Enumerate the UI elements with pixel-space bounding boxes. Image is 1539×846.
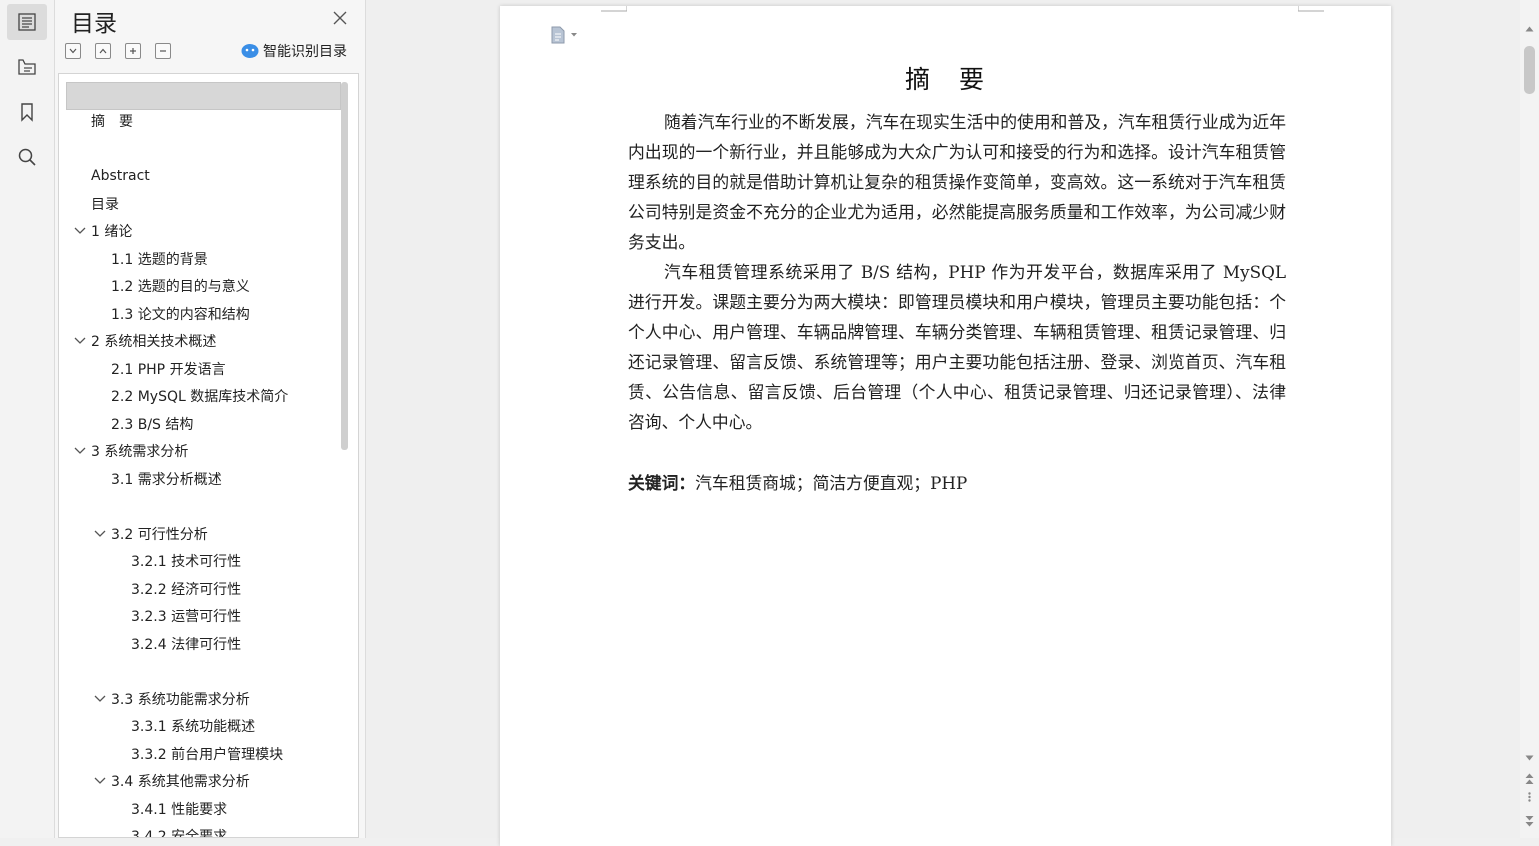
toc-item[interactable]: 3.2.4 法律可行性 — [131, 634, 241, 654]
page-format-icon[interactable] — [550, 26, 578, 44]
toc-scrollbar[interactable] — [341, 82, 348, 450]
toc-panel: 目录 智能识别目录 摘 要 Abstract 目录 1 绪论 1.1 选题的背景… — [55, 0, 366, 838]
toc-item[interactable]: 1.1 选题的背景 — [111, 249, 208, 269]
chevron-down-icon[interactable] — [93, 529, 107, 539]
toc-item-label: 3.4.1 性能要求 — [131, 802, 228, 818]
page-corner-mark — [1298, 6, 1324, 12]
dropdown-arrow-icon[interactable] — [570, 32, 578, 38]
toc-item-label: 目录 — [91, 197, 119, 213]
toc-item[interactable]: 1.2 选题的目的与意义 — [111, 276, 250, 296]
toc-item-label: 3.3.2 前台用户管理模块 — [131, 747, 284, 763]
toc-item-label: 3.4.2 安全要求 — [131, 829, 228, 838]
search-icon[interactable] — [7, 139, 47, 175]
toc-item-label: Abstract — [91, 168, 150, 184]
scroll-up-icon[interactable] — [1525, 26, 1534, 32]
toc-item-label: 1.2 选题的目的与意义 — [111, 279, 250, 295]
close-icon[interactable] — [331, 9, 349, 27]
toc-item-label: 3.2.4 法律可行性 — [131, 637, 242, 653]
toc-item-label: 3.2.3 运营可行性 — [131, 609, 242, 625]
keywords-label: 关键词： — [628, 473, 696, 493]
chevron-down-icon[interactable] — [73, 226, 87, 236]
smart-ai-icon — [241, 44, 259, 58]
toc-item[interactable]: 3.4.1 性能要求 — [131, 799, 227, 819]
toc-item-label: 3.2.2 经济可行性 — [131, 582, 242, 598]
toc-item-label: 3.1 需求分析概述 — [111, 472, 222, 488]
toc-item-label: 3.3 系统功能需求分析 — [111, 692, 250, 708]
toc-item[interactable]: Abstract — [91, 166, 150, 186]
toc-item[interactable]: 2.2 MySQL 数据库技术简介 — [111, 386, 288, 406]
toc-item[interactable]: 1 绪论 — [73, 221, 132, 241]
toc-list: 摘 要 Abstract 目录 1 绪论 1.1 选题的背景 1.2 选题的目的… — [58, 73, 359, 838]
chevron-down-icon[interactable] — [73, 446, 87, 456]
toc-item[interactable]: 3.2 可行性分析 — [93, 524, 208, 544]
toc-item[interactable]: 3 系统需求分析 — [73, 441, 188, 461]
keywords-text: 汽车租赁商城；简洁方便直观；PHP — [695, 473, 968, 493]
minus-icon[interactable] — [155, 43, 171, 59]
left-icon-rail — [0, 0, 55, 838]
page-navigation-dots-icon[interactable] — [1528, 792, 1531, 802]
chevron-down-icon[interactable] — [93, 776, 107, 786]
toc-item-label: 摘 要 — [91, 114, 133, 130]
scroll-down-icon[interactable] — [1525, 755, 1534, 761]
toc-item[interactable]: 3.3.2 前台用户管理模块 — [131, 744, 283, 764]
abstract-paragraph-1: 随着汽车行业的不断发展，汽车在现实生活中的使用和普及，汽车租赁行业成为近年内出现… — [628, 112, 1286, 252]
toc-item-label: 1 绪论 — [91, 224, 133, 240]
toc-item[interactable]: 3.3 系统功能需求分析 — [93, 689, 250, 709]
toc-icon[interactable] — [7, 4, 47, 40]
collapse-up-icon[interactable] — [95, 43, 111, 59]
bookmark-icon[interactable] — [7, 94, 47, 130]
smart-toc-button[interactable]: 智能识别目录 — [241, 41, 347, 61]
keywords-line: 关键词：汽车租赁商城；简洁方便直观；PHP — [628, 468, 1286, 498]
toc-item[interactable]: 1.3 论文的内容和结构 — [111, 304, 250, 324]
toc-item-label: 3.2.1 技术可行性 — [131, 554, 242, 570]
toc-item-label: 2 系统相关技术概述 — [91, 334, 217, 350]
toc-item[interactable]: 3.2.3 运营可行性 — [131, 606, 241, 626]
toc-item[interactable]: 目录 — [91, 194, 119, 214]
toc-item[interactable]: 2.3 B/S 结构 — [111, 414, 193, 434]
chevron-down-icon[interactable] — [73, 336, 87, 346]
toc-item[interactable]: 摘 要 — [91, 111, 133, 131]
toc-item[interactable]: 3.2.2 经济可行性 — [131, 579, 241, 599]
toc-item[interactable]: 3.2.1 技术可行性 — [131, 551, 241, 571]
previous-page-icon[interactable] — [1525, 773, 1534, 785]
toc-panel-title: 目录 — [71, 11, 117, 37]
document-title: 摘 要 — [904, 65, 986, 94]
document-area: 摘 要 随着汽车行业的不断发展，汽车在现实生活中的使用和普及，汽车租赁行业成为近… — [366, 0, 1520, 846]
scrollbar-thumb[interactable] — [1524, 46, 1535, 94]
toc-item[interactable]: 3.4 系统其他需求分析 — [93, 771, 250, 791]
vertical-scrollbar[interactable] — [1520, 0, 1539, 838]
toc-item-label: 2.3 B/S 结构 — [111, 417, 194, 433]
toc-item-label: 2.1 PHP 开发语言 — [111, 362, 226, 378]
next-page-icon[interactable] — [1525, 815, 1534, 827]
toc-item-label: 3.2 可行性分析 — [111, 527, 208, 543]
toc-item[interactable]: 2 系统相关技术概述 — [73, 331, 216, 351]
chevron-down-icon[interactable] — [93, 694, 107, 704]
document-page[interactable]: 摘 要 随着汽车行业的不断发展，汽车在现实生活中的使用和普及，汽车租赁行业成为近… — [500, 6, 1391, 846]
toc-item-label: 1.3 论文的内容和结构 — [111, 307, 250, 323]
page-corner-mark — [601, 6, 627, 12]
expand-down-icon[interactable] — [65, 43, 81, 59]
toc-item-label: 3.3.1 系统功能概述 — [131, 719, 256, 735]
toc-item[interactable]: 3.1 需求分析概述 — [111, 469, 222, 489]
toc-item[interactable]: 3.4.2 安全要求 — [131, 826, 228, 838]
toc-item[interactable]: 3.3.1 系统功能概述 — [131, 716, 255, 736]
toc-item[interactable]: 2.1 PHP 开发语言 — [111, 359, 226, 379]
toc-item-label: 3 系统需求分析 — [91, 444, 189, 460]
toc-item-label: 1.1 选题的背景 — [111, 252, 208, 268]
toc-item-label: 2.2 MySQL 数据库技术简介 — [111, 389, 289, 405]
smart-toc-label: 智能识别目录 — [263, 44, 347, 60]
toc-item-label: 3.4 系统其他需求分析 — [111, 774, 250, 790]
toc-selected-item[interactable] — [66, 82, 341, 110]
outline-icon[interactable] — [7, 49, 47, 85]
abstract-paragraph-2: 汽车租赁管理系统采用了 B/S 结构，PHP 作为开发平台，数据库采用了 MyS… — [628, 262, 1286, 432]
plus-icon[interactable] — [125, 43, 141, 59]
